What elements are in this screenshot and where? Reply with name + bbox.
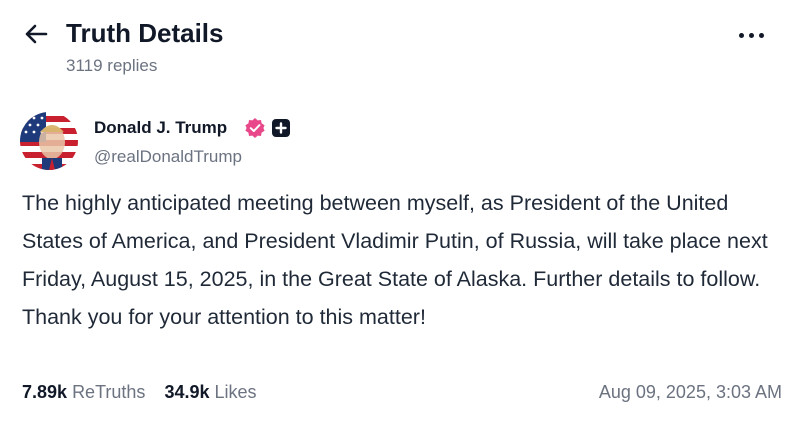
post-stats: 7.89k ReTruths 34.9k Likes [22, 380, 271, 404]
page-title: Truth Details [66, 18, 224, 48]
likes-stat[interactable]: 34.9k Likes [164, 380, 256, 404]
retruths-count: 7.89k [22, 382, 68, 402]
post-text: The highly anticipated meeting between m… [22, 191, 768, 329]
arrow-left-icon [25, 24, 48, 44]
post-timestamp: Aug 09, 2025, 3:03 AM [598, 382, 782, 402]
plus-badge-icon [272, 119, 290, 137]
more-options-button[interactable] [736, 24, 768, 48]
likes-label: Likes [214, 382, 257, 402]
author-name[interactable]: Donald J. Trump [94, 118, 227, 138]
back-button[interactable] [22, 22, 50, 46]
ellipsis-icon [749, 33, 754, 38]
avatar[interactable] [20, 112, 78, 170]
ellipsis-icon [759, 33, 764, 38]
retruths-stat[interactable]: 7.89k ReTruths [22, 380, 145, 404]
reply-count: 3119 replies [66, 56, 158, 75]
likes-count: 34.9k [164, 382, 210, 402]
retruths-label: ReTruths [72, 382, 146, 402]
ellipsis-icon [739, 33, 744, 38]
verified-badge-icon [245, 118, 265, 138]
author-handle[interactable]: @realDonaldTrump [94, 147, 242, 167]
page-header: Truth Details 3119 replies [0, 0, 800, 90]
